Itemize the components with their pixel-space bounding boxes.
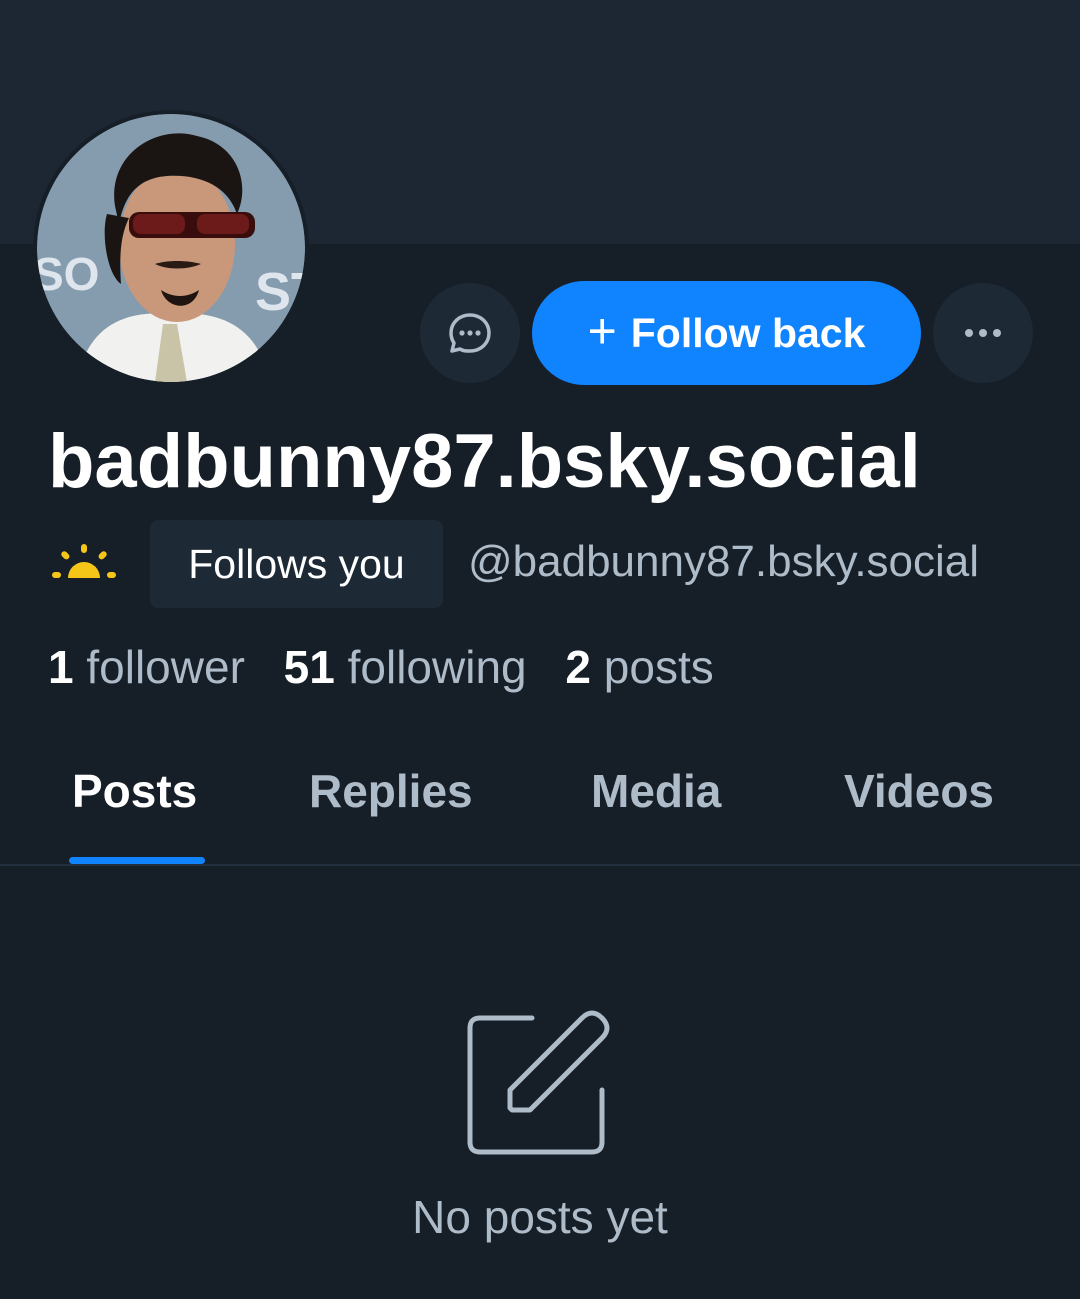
profile-tabs: Posts Replies Media Videos (0, 740, 1080, 866)
followers-stat[interactable]: 1 follower (48, 641, 245, 693)
display-name: badbunny87.bsky.social (48, 419, 921, 504)
profile-avatar[interactable]: SO ST (33, 110, 309, 386)
following-stat[interactable]: 51 following (284, 641, 527, 693)
sunrise-icon (52, 544, 116, 578)
followers-label: follower (86, 641, 245, 693)
message-button[interactable] (420, 283, 520, 383)
active-tab-indicator (69, 857, 205, 864)
svg-text:SO: SO (37, 248, 99, 300)
tab-replies[interactable]: Replies (309, 764, 473, 818)
avatar-image: SO ST (37, 114, 305, 382)
more-options-button[interactable] (933, 283, 1033, 383)
plus-icon: + (587, 303, 617, 359)
following-count: 51 (283, 641, 335, 693)
follow-back-label: Follow back (630, 309, 866, 356)
tab-media[interactable]: Media (591, 764, 721, 818)
followers-count: 1 (48, 641, 74, 693)
follow-back-button[interactable]: + Follow back (532, 281, 921, 385)
tab-posts[interactable]: Posts (72, 764, 197, 818)
profile-page: SO ST + (0, 0, 1080, 1299)
profile-stats: 1 follower 51 following 2 posts (48, 640, 740, 694)
profile-meta: Follows you @badbunny87.bsky.social (48, 520, 1080, 608)
profile-handle[interactable]: @badbunny87.bsky.social (468, 537, 979, 587)
follows-you-badge: Follows you (150, 520, 443, 608)
posts-label: posts (603, 641, 714, 693)
chat-bubble-icon (449, 313, 491, 353)
empty-state-text: No posts yet (412, 1191, 668, 1243)
posts-count: 2 (565, 641, 591, 693)
svg-text:ST: ST (255, 262, 305, 322)
following-label: following (347, 641, 527, 693)
posts-stat: 2 posts (565, 641, 713, 693)
ellipsis-icon (965, 329, 1001, 337)
compose-icon (467, 1010, 610, 1155)
tab-videos[interactable]: Videos (844, 764, 994, 818)
